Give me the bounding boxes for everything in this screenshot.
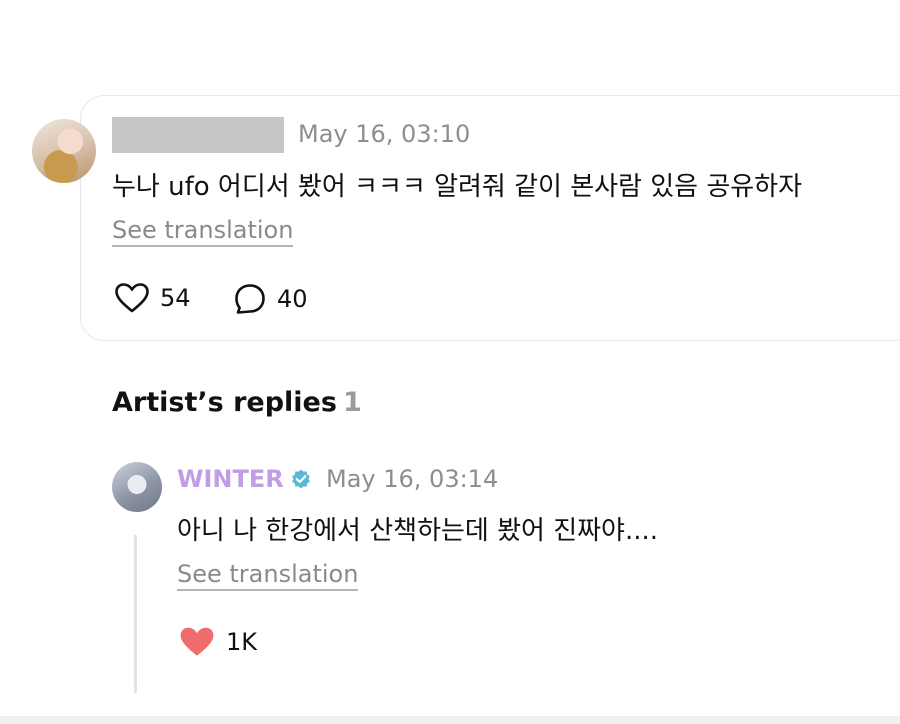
- post-timestamp: May 16, 03:10: [298, 120, 471, 148]
- reply-thread-line: [134, 535, 137, 693]
- artist-avatar[interactable]: [112, 462, 162, 512]
- heart-outline-icon: [115, 283, 149, 313]
- reply-text: 아니 나 한강에서 산책하는데 봤어 진짜야....: [177, 516, 659, 546]
- reply-timestamp: May 16, 03:14: [326, 465, 499, 493]
- speech-bubble-icon: [235, 284, 265, 314]
- see-translation-link[interactable]: See translation: [112, 216, 294, 247]
- bottom-divider: [0, 716, 900, 724]
- verified-badge-icon: [291, 469, 310, 489]
- artist-replies-title: Artist’s replies: [112, 387, 337, 418]
- heart-filled-icon: [180, 627, 214, 656]
- post-comment-button[interactable]: 40: [233, 282, 308, 316]
- post-comment-count: 40: [277, 285, 308, 313]
- reply-like-count: 1K: [226, 628, 258, 656]
- reply-see-translation-link[interactable]: See translation: [177, 560, 359, 591]
- artist-name-label: WINTER: [177, 465, 284, 493]
- reply-like-button[interactable]: 1K: [178, 625, 257, 659]
- post-like-button[interactable]: 54: [114, 282, 191, 314]
- user-avatar[interactable]: [32, 119, 96, 183]
- redacted-username: [112, 117, 284, 153]
- post-text: 누나 ufo 어디서 봤어 ㅋㅋㅋ 알려줘 같이 본사람 있음 공유하자: [112, 172, 803, 202]
- post-like-count: 54: [160, 284, 191, 312]
- artist-replies-count: 1: [342, 387, 362, 418]
- artist-name[interactable]: WINTER: [177, 465, 312, 493]
- artist-replies-heading: Artist’s replies 1: [112, 387, 362, 418]
